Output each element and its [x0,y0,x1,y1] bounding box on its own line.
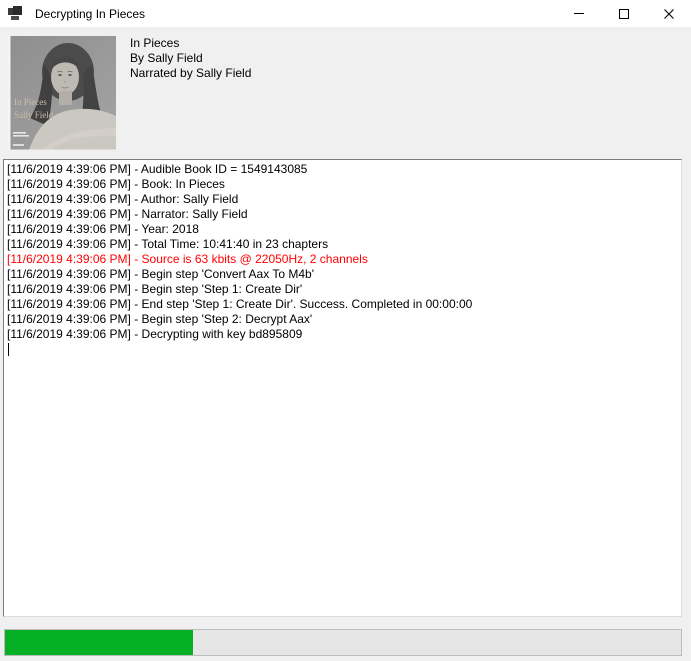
progress-fill [5,630,193,655]
log-line: [11/6/2019 4:39:06 PM] - Narrator: Sally… [7,207,678,222]
book-info: In Pieces By Sally Field Narrated by Sal… [130,36,251,81]
log-line: [11/6/2019 4:39:06 PM] - Begin step 'Con… [7,267,678,282]
app-icon[interactable] [8,6,24,22]
log-lines: [11/6/2019 4:39:06 PM] - Audible Book ID… [7,162,678,342]
maximize-icon [619,9,629,19]
book-cover-image: In Pieces Sally Field [8,36,116,153]
text-caret [8,343,9,356]
book-title-line: In Pieces [130,36,251,51]
log-line: [11/6/2019 4:39:06 PM] - Source is 63 kb… [7,252,678,267]
log-line: [11/6/2019 4:39:06 PM] - Begin step 'Ste… [7,312,678,327]
close-button[interactable] [646,0,691,27]
log-line: [11/6/2019 4:39:06 PM] - Author: Sally F… [7,192,678,207]
progress-bar [4,629,682,656]
log-line: [11/6/2019 4:39:06 PM] - Total Time: 10:… [7,237,678,252]
titlebar[interactable]: Decrypting In Pieces [0,0,691,27]
book-author-line: By Sally Field [130,51,251,66]
log-textbox[interactable]: [11/6/2019 4:39:06 PM] - Audible Book ID… [3,159,682,617]
cover-author-text: Sally Field [14,110,54,120]
window-title: Decrypting In Pieces [35,7,145,21]
log-line: [11/6/2019 4:39:06 PM] - Decrypting with… [7,327,678,342]
log-line: [11/6/2019 4:39:06 PM] - Book: In Pieces [7,177,678,192]
window-controls [556,0,691,27]
close-icon [664,9,674,19]
log-line: [11/6/2019 4:39:06 PM] - Year: 2018 [7,222,678,237]
cover-title-text: In Pieces [14,97,47,107]
maximize-button[interactable] [601,0,646,27]
log-line: [11/6/2019 4:39:06 PM] - Audible Book ID… [7,162,678,177]
log-line: [11/6/2019 4:39:06 PM] - End step 'Step … [7,297,678,312]
minimize-icon [574,13,584,14]
minimize-button[interactable] [556,0,601,27]
book-narrator-line: Narrated by Sally Field [130,66,251,81]
log-line: [11/6/2019 4:39:06 PM] - Begin step 'Ste… [7,282,678,297]
